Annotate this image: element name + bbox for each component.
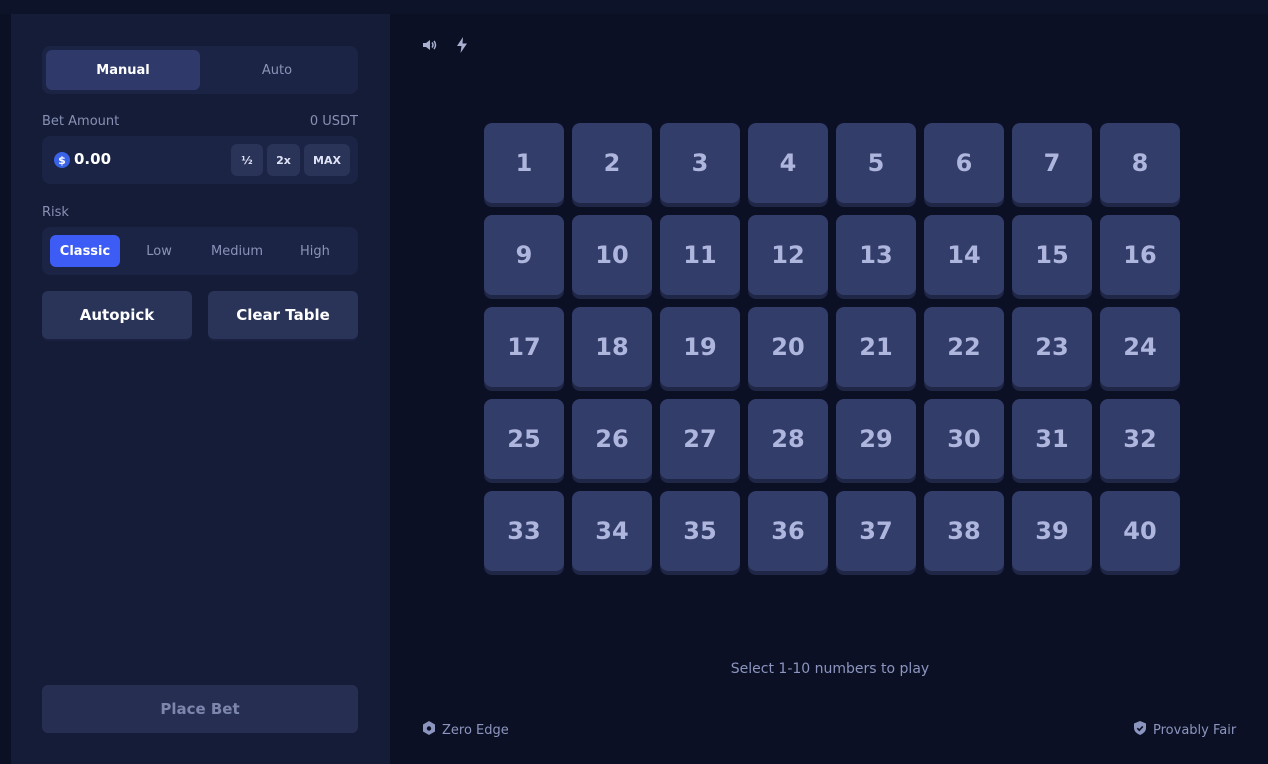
number-tile-11[interactable]: 11 [660,215,740,295]
usdt-coin-icon: $ [54,152,70,168]
number-tile-28[interactable]: 28 [748,399,828,479]
page: Manual Auto Bet Amount 0 USDT $ 0.00 ½ 2… [0,0,1268,764]
number-tile-38[interactable]: 38 [924,491,1004,571]
number-tile-21[interactable]: 21 [836,307,916,387]
provably-fair-link[interactable]: Provably Fair [1133,720,1236,740]
number-tile-40[interactable]: 40 [1100,491,1180,571]
risk-option-low[interactable]: Low [124,235,194,267]
number-tile-20[interactable]: 20 [748,307,828,387]
speaker-icon[interactable] [421,36,439,54]
number-tile-10[interactable]: 10 [572,215,652,295]
provably-fair-label: Provably Fair [1153,722,1237,738]
number-tile-17[interactable]: 17 [484,307,564,387]
bet-amount-label: Bet Amount [42,114,120,129]
number-tile-18[interactable]: 18 [572,307,652,387]
number-tile-31[interactable]: 31 [1012,399,1092,479]
number-tile-26[interactable]: 26 [572,399,652,479]
number-tile-37[interactable]: 37 [836,491,916,571]
number-tile-25[interactable]: 25 [484,399,564,479]
number-tile-30[interactable]: 30 [924,399,1004,479]
number-tile-4[interactable]: 4 [748,123,828,203]
number-tile-8[interactable]: 8 [1100,123,1180,203]
tab-manual[interactable]: Manual [46,50,200,90]
bet-amount-input[interactable]: 0.00 [74,150,111,168]
zero-edge-link[interactable]: Zero Edge [422,720,509,740]
number-tile-3[interactable]: 3 [660,123,740,203]
keno-number-grid: 1 2 3 4 5 6 7 8 9 10 11 12 13 14 15 16 17 18 19 20 21 22 23 24 2… [484,123,1180,574]
number-tile-27[interactable]: 27 [660,399,740,479]
lightning-icon[interactable] [453,36,471,54]
risk-option-high[interactable]: High [280,235,350,267]
clear-table-button[interactable]: Clear Table [208,291,358,339]
risk-label: Risk [42,205,69,220]
autopick-button[interactable]: Autopick [42,291,192,339]
number-tile-1[interactable]: 1 [484,123,564,203]
number-tile-16[interactable]: 16 [1100,215,1180,295]
number-tile-9[interactable]: 9 [484,215,564,295]
number-tile-13[interactable]: 13 [836,215,916,295]
max-bet-button[interactable]: MAX [304,144,350,176]
risk-option-medium[interactable]: Medium [198,235,276,267]
bet-sidebar: Manual Auto Bet Amount 0 USDT $ 0.00 ½ 2… [11,14,390,764]
risk-selector: Classic Low Medium High [42,227,358,275]
number-tile-14[interactable]: 14 [924,215,1004,295]
zero-edge-label: Zero Edge [442,722,509,738]
number-tile-32[interactable]: 32 [1100,399,1180,479]
number-tile-39[interactable]: 39 [1012,491,1092,571]
number-tile-33[interactable]: 33 [484,491,564,571]
number-tile-24[interactable]: 24 [1100,307,1180,387]
number-tile-12[interactable]: 12 [748,215,828,295]
number-tile-29[interactable]: 29 [836,399,916,479]
half-bet-button[interactable]: ½ [231,144,263,176]
number-tile-5[interactable]: 5 [836,123,916,203]
number-tile-23[interactable]: 23 [1012,307,1092,387]
number-tile-6[interactable]: 6 [924,123,1004,203]
number-tile-7[interactable]: 7 [1012,123,1092,203]
bet-amount-field[interactable]: $ 0.00 ½ 2x MAX [42,136,358,184]
top-strip [0,0,1268,14]
risk-option-classic[interactable]: Classic [50,235,120,267]
double-bet-button[interactable]: 2x [267,144,300,176]
number-tile-34[interactable]: 34 [572,491,652,571]
number-tile-15[interactable]: 15 [1012,215,1092,295]
number-tile-19[interactable]: 19 [660,307,740,387]
number-tile-2[interactable]: 2 [572,123,652,203]
zero-edge-icon [422,720,436,740]
mode-toggle: Manual Auto [42,46,358,94]
tab-auto[interactable]: Auto [200,50,354,90]
selection-hint: Select 1-10 numbers to play [730,661,930,677]
number-tile-35[interactable]: 35 [660,491,740,571]
balance-label: 0 USDT [309,114,358,129]
number-tile-22[interactable]: 22 [924,307,1004,387]
shield-check-icon [1133,720,1147,740]
number-tile-36[interactable]: 36 [748,491,828,571]
place-bet-button[interactable]: Place Bet [42,685,358,733]
